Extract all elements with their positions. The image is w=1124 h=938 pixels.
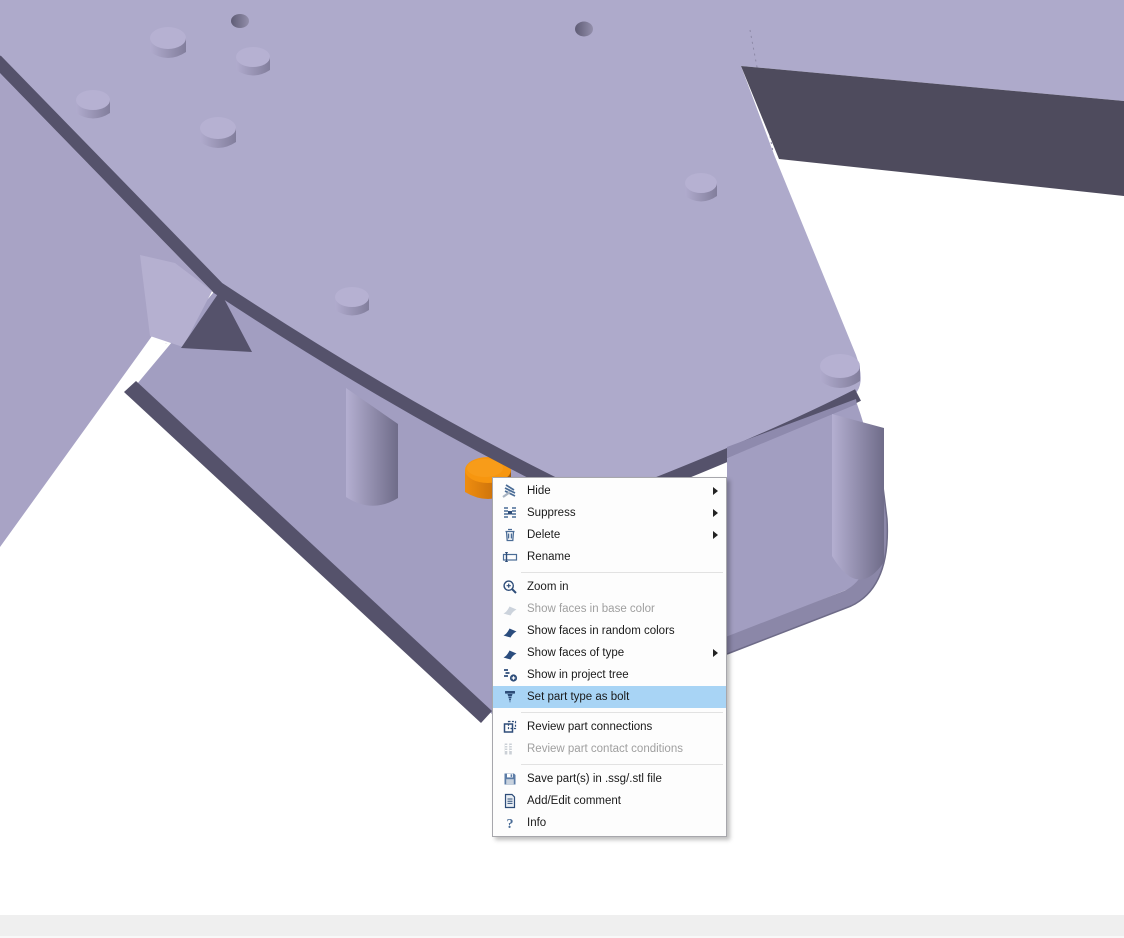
- menu-item-hide[interactable]: Hide: [493, 480, 726, 502]
- menu-item-review-part-contact-conditions[interactable]: Review part contact conditions: [493, 738, 726, 760]
- menu-item-show-faces-of-type[interactable]: Show faces of type: [493, 642, 726, 664]
- menu-item-add-edit-comment[interactable]: Add/Edit comment: [493, 790, 726, 812]
- menu-item-label: Show faces in random colors: [527, 625, 675, 637]
- menu-item-label: Delete: [527, 529, 560, 541]
- submenu-arrow-icon: [713, 649, 718, 657]
- rename-field-icon: [502, 549, 518, 565]
- menu-item-show-in-project-tree[interactable]: Show in project tree: [493, 664, 726, 686]
- bolt-icon: [502, 689, 518, 705]
- menu-item-label: Review part contact conditions: [527, 743, 683, 755]
- menu-item-label: Zoom in: [527, 581, 569, 593]
- menu-item-show-faces-in-random-colors[interactable]: Show faces in random colors: [493, 620, 726, 642]
- info-icon: ?: [502, 815, 518, 831]
- face-random-colors-icon: [502, 623, 518, 639]
- face-base-color-icon: [502, 601, 518, 617]
- hide-bolt-icon: [502, 483, 518, 499]
- submenu-arrow-icon: [713, 531, 718, 539]
- comment-doc-icon: [502, 793, 518, 809]
- right-leg-cylinder: [832, 414, 884, 580]
- menu-separator: [493, 760, 726, 768]
- menu-item-delete[interactable]: Delete: [493, 524, 726, 546]
- menu-item-label: Add/Edit comment: [527, 795, 621, 807]
- menu-item-label: Suppress: [527, 507, 576, 519]
- menu-item-label: Hide: [527, 485, 551, 497]
- menu-item-show-faces-in-base-color[interactable]: Show faces in base color: [493, 598, 726, 620]
- status-bar: [0, 915, 1124, 938]
- menu-item-label: Info: [527, 817, 546, 829]
- save-floppy-icon: [502, 771, 518, 787]
- menu-item-label: Save part(s) in .ssg/.stl file: [527, 773, 662, 785]
- face-of-type-icon: [502, 645, 518, 661]
- connections-icon: [502, 719, 518, 735]
- menu-item-label: Review part connections: [527, 721, 652, 733]
- menu-item-rename[interactable]: Rename: [493, 546, 726, 568]
- menu-item-label: Rename: [527, 551, 570, 563]
- menu-item-label: Show in project tree: [527, 669, 629, 681]
- zoom-in-icon: [502, 579, 518, 595]
- context-menu: Hide Suppress Delete Rename Zoom in Show face…: [492, 477, 727, 837]
- menu-item-label: Show faces of type: [527, 647, 624, 659]
- contact-conditions-icon: [502, 741, 518, 757]
- menu-item-save-part-s-in-ssg-stl-file[interactable]: Save part(s) in .ssg/.stl file: [493, 768, 726, 790]
- submenu-arrow-icon: [713, 487, 718, 495]
- menu-item-zoom-in[interactable]: Zoom in: [493, 576, 726, 598]
- submenu-arrow-icon: [713, 509, 718, 517]
- suppress-bolt-icon: [502, 505, 518, 521]
- menu-item-label: Set part type as bolt: [527, 691, 629, 703]
- menu-item-label: Show faces in base color: [527, 603, 655, 615]
- menu-separator: [493, 708, 726, 716]
- menu-item-review-part-connections[interactable]: Review part connections: [493, 716, 726, 738]
- svg-text:?: ?: [507, 817, 514, 831]
- menu-item-info[interactable]: ? Info: [493, 812, 726, 834]
- menu-separator: [493, 568, 726, 576]
- menu-item-set-part-type-as-bolt[interactable]: Set part type as bolt: [493, 686, 726, 708]
- project-tree-add-icon: [502, 667, 518, 683]
- trash-icon: [502, 527, 518, 543]
- menu-item-suppress[interactable]: Suppress: [493, 502, 726, 524]
